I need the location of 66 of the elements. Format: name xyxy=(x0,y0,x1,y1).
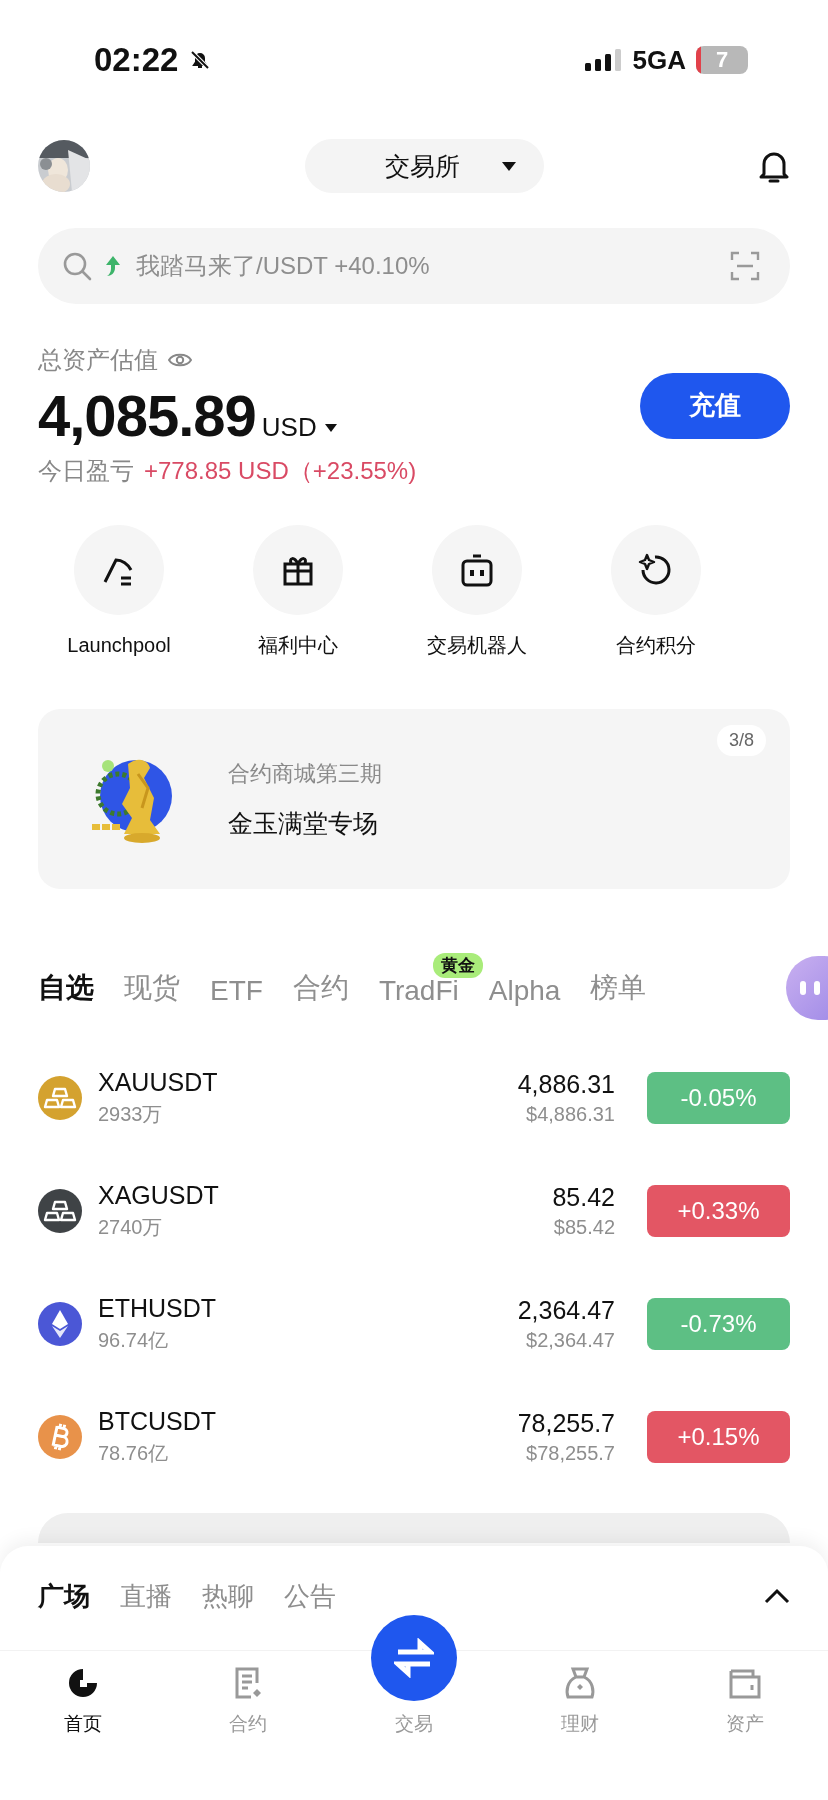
price: 85.42 xyxy=(552,1182,615,1212)
total-assets-value: 4,085.89 xyxy=(38,382,256,449)
exchange-dropdown[interactable]: 交易所 xyxy=(304,139,544,193)
search-icon xyxy=(62,251,92,281)
pnl-value: +778.85 USD（+23.55%) xyxy=(144,456,417,486)
search-input[interactable]: 我踏马来了/USDT +40.10% xyxy=(134,251,718,281)
volume: 2740万 xyxy=(98,1214,164,1240)
market-tab[interactable]: Alpha xyxy=(488,975,561,1007)
feed-tab[interactable]: 公告 xyxy=(284,1578,336,1614)
symbol: XAUUSDT xyxy=(98,1067,219,1097)
shortcut-label: 福利中心 xyxy=(258,633,338,657)
deposit-button[interactable]: 充值 xyxy=(640,372,790,439)
nav-item[interactable]: 理财 xyxy=(519,1665,640,1737)
nav-item[interactable]: 资产 xyxy=(685,1665,806,1737)
usd-price: $4,886.31 xyxy=(526,1102,615,1126)
battery-indicator: 7 xyxy=(696,46,748,74)
caret-icon xyxy=(324,423,337,432)
currency-selector[interactable]: USD xyxy=(261,412,337,443)
network-label: 5GA xyxy=(632,44,686,76)
nav-item[interactable]: 首页 xyxy=(22,1665,143,1737)
feed-tab[interactable]: 热聊 xyxy=(202,1578,254,1614)
clock: 02:22 xyxy=(94,41,179,79)
scan-icon[interactable] xyxy=(730,251,760,281)
market-tab[interactable]: 自选 xyxy=(38,969,94,1007)
page-indicator: 3/8 xyxy=(716,725,766,756)
symbol: XAGUSDT xyxy=(98,1180,220,1210)
tab-badge: 黄金 xyxy=(432,953,483,978)
feed-tab[interactable]: 直播 xyxy=(120,1578,172,1614)
price: 78,255.7 xyxy=(517,1408,615,1438)
symbol: BTCUSDT xyxy=(98,1406,218,1436)
caret-icon xyxy=(501,161,516,171)
nav-item[interactable]: 交易 xyxy=(354,1615,474,1737)
robot-icon xyxy=(459,552,495,588)
market-tab[interactable]: TradFi xyxy=(378,975,459,1007)
market-tab[interactable]: 合约 xyxy=(292,969,349,1007)
search-field[interactable]: 我踏马来了/USDT +40.10% xyxy=(38,228,790,304)
market-tab[interactable]: 榜单 xyxy=(590,969,647,1007)
banner-subtitle: 合约商城第三期 xyxy=(228,759,382,788)
shortcut-label: 合约积分 xyxy=(616,633,696,657)
symbol: ETHUSDT xyxy=(98,1293,218,1323)
feed-tab[interactable]: 广场 xyxy=(38,1578,90,1614)
shortcut-label: Launchpool xyxy=(67,633,171,657)
signal-icon xyxy=(584,48,623,72)
price-change[interactable]: -0.05% xyxy=(647,1071,790,1124)
market-tab[interactable]: 现货 xyxy=(124,969,180,1007)
price-change[interactable]: -0.73% xyxy=(647,1297,790,1350)
eye-icon[interactable] xyxy=(168,352,192,368)
price-change[interactable]: +0.15% xyxy=(647,1410,790,1463)
market-tab[interactable]: ETF xyxy=(210,975,263,1007)
price: 4,886.31 xyxy=(517,1069,615,1099)
chevron-up-icon[interactable] xyxy=(764,1588,790,1604)
usd-price: $2,364.47 xyxy=(526,1328,615,1352)
total-assets-label: 总资产估值 xyxy=(38,345,158,375)
price: 2,364.47 xyxy=(517,1295,615,1325)
volume: 78.76亿 xyxy=(98,1440,170,1466)
shortcut-label: 交易机器人 xyxy=(427,633,527,657)
banner-title: 金玉满堂专场 xyxy=(228,807,379,839)
usd-price: $85.42 xyxy=(553,1215,615,1239)
pnl-label: 今日盈亏 xyxy=(38,456,134,486)
volume: 96.74亿 xyxy=(98,1327,170,1353)
volume: 2933万 xyxy=(98,1101,164,1127)
up-arrow-icon xyxy=(104,255,122,277)
nav-item[interactable]: 合约 xyxy=(188,1665,309,1737)
usd-price: $78,255.7 xyxy=(526,1441,615,1465)
promo-banner[interactable]: 合约商城第三期 金玉满堂专场 3/8 xyxy=(38,709,790,889)
price-change[interactable]: +0.33% xyxy=(647,1184,790,1237)
